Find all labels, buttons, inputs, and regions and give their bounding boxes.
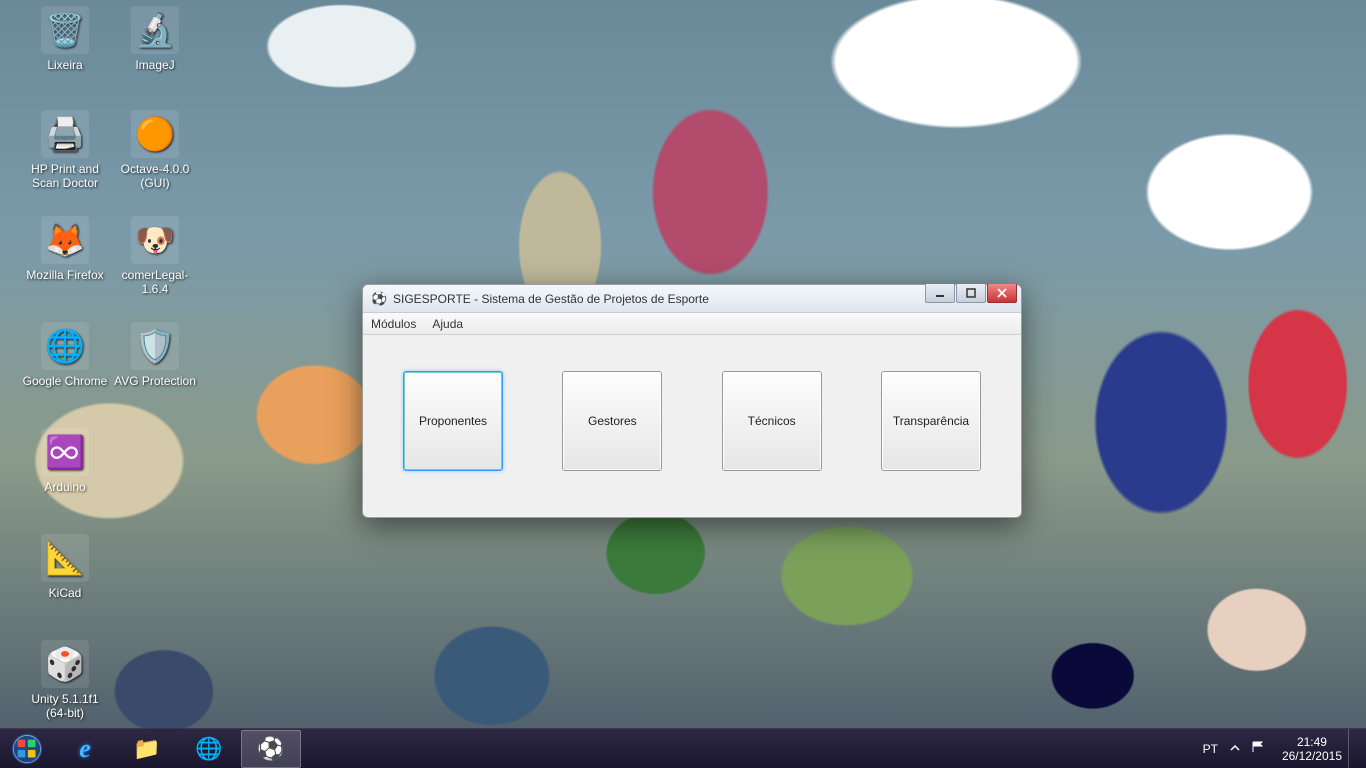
tray-show-hidden-icon[interactable] — [1230, 742, 1240, 756]
app-icon: 🦊 — [41, 216, 89, 264]
tray-flag-icon[interactable] — [1252, 741, 1266, 756]
desktop-icon-unity-5-1-1f1-64-bit-[interactable]: 🎲 Unity 5.1.1f1 (64-bit) — [20, 640, 110, 720]
app-icon: 📐 — [41, 534, 89, 582]
menubar: Módulos Ajuda — [363, 313, 1021, 335]
app-icon: 🎲 — [41, 640, 89, 688]
icon-label: Arduino — [20, 480, 110, 494]
app-icon: 🗑️ — [41, 6, 89, 54]
window-controls — [924, 284, 1017, 303]
icon-label: Octave-4.0.0 (GUI) — [110, 162, 200, 190]
menu-ajuda[interactable]: Ajuda — [432, 317, 463, 331]
icon-label: Unity 5.1.1f1 (64-bit) — [20, 692, 110, 720]
desktop-icon-avg-protection[interactable]: 🛡️ AVG Protection — [110, 322, 200, 388]
gestores-button[interactable]: Gestores — [562, 371, 662, 471]
system-tray: PT 21:49 26/12/2015 — [1189, 729, 1366, 768]
desktop-icon-arduino[interactable]: ♾️ Arduino — [20, 428, 110, 494]
icon-label: HP Print and Scan Doctor — [20, 162, 110, 190]
soccer-ball-icon: ⚽ — [371, 291, 387, 307]
icon-label: KiCad — [20, 586, 110, 600]
desktop-icon-kicad[interactable]: 📐 KiCad — [20, 534, 110, 600]
start-button[interactable] — [0, 729, 54, 768]
taskbar-item-google-chrome[interactable]: 🌐 — [179, 730, 239, 768]
icon-label: Google Chrome — [20, 374, 110, 388]
taskbar-date: 26/12/2015 — [1282, 749, 1342, 763]
taskbar-item-file-explorer[interactable]: 📁 — [117, 730, 177, 768]
show-desktop-button[interactable] — [1348, 729, 1358, 768]
app-icon: 🌐 — [41, 322, 89, 370]
maximize-button[interactable] — [956, 284, 986, 303]
icon-label: ImageJ — [110, 58, 200, 72]
desktop-icon-hp-print-and-scan-doctor[interactable]: 🖨️ HP Print and Scan Doctor — [20, 110, 110, 190]
taskbar-item-sigesporte[interactable]: ⚽ — [241, 730, 301, 768]
windows-logo-icon — [10, 732, 44, 766]
icon-label: AVG Protection — [110, 374, 200, 388]
close-button[interactable] — [987, 284, 1017, 303]
tecnicos-button[interactable]: Técnicos — [722, 371, 822, 471]
taskbar: e📁🌐⚽ PT 21:49 26/12/2015 — [0, 728, 1366, 768]
app-icon: 🐶 — [131, 216, 179, 264]
desktop-icon-lixeira[interactable]: 🗑️ Lixeira — [20, 6, 110, 72]
minimize-button[interactable] — [925, 284, 955, 303]
tray-language-indicator[interactable]: PT — [1203, 742, 1218, 756]
desktop-icon-octave-4-0-0-gui-[interactable]: 🟠 Octave-4.0.0 (GUI) — [110, 110, 200, 190]
app-icon: ♾️ — [41, 428, 89, 476]
window-body: Proponentes Gestores Técnicos Transparên… — [363, 335, 1021, 507]
icon-label: Mozilla Firefox — [20, 268, 110, 282]
app-icon: 🖨️ — [41, 110, 89, 158]
desktop-icon-mozilla-firefox[interactable]: 🦊 Mozilla Firefox — [20, 216, 110, 282]
icon-label: comerLegal-1.6.4 — [110, 268, 200, 296]
sigesporte-window: ⚽ SIGESPORTE - Sistema de Gestão de Proj… — [362, 284, 1022, 518]
taskbar-item-internet-explorer[interactable]: e — [55, 730, 115, 768]
menu-modulos[interactable]: Módulos — [371, 317, 416, 331]
desktop-icon-imagej[interactable]: 🔬 ImageJ — [110, 6, 200, 72]
desktop-icon-google-chrome[interactable]: 🌐 Google Chrome — [20, 322, 110, 388]
app-icon: 🟠 — [131, 110, 179, 158]
transparencia-button[interactable]: Transparência — [881, 371, 981, 471]
desktop-icon-comerlegal-1-6-4[interactable]: 🐶 comerLegal-1.6.4 — [110, 216, 200, 296]
app-icon: 🛡️ — [131, 322, 179, 370]
taskbar-clock[interactable]: 21:49 26/12/2015 — [1272, 735, 1348, 763]
icon-label: Lixeira — [20, 58, 110, 72]
app-icon: 🔬 — [131, 6, 179, 54]
window-titlebar[interactable]: ⚽ SIGESPORTE - Sistema de Gestão de Proj… — [363, 285, 1021, 313]
taskbar-time: 21:49 — [1282, 735, 1342, 749]
proponentes-button[interactable]: Proponentes — [403, 371, 503, 471]
